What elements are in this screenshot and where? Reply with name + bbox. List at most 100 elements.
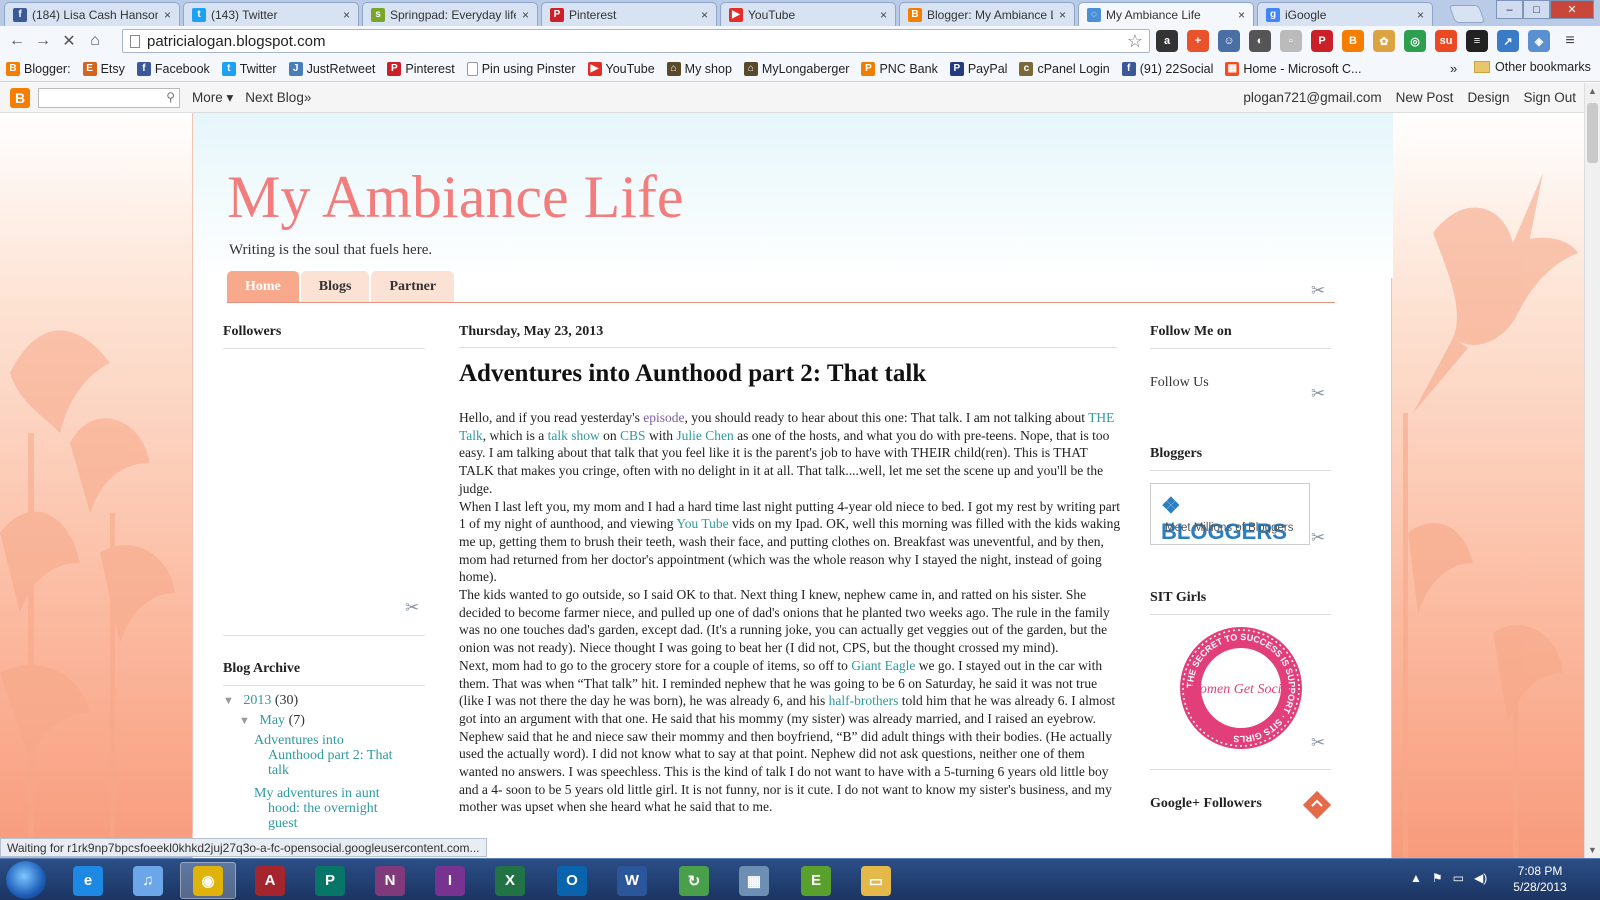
giant-eagle-link[interactable]: Giant Eagle xyxy=(851,658,915,673)
browser-tab[interactable]: t (143) Twitter × xyxy=(183,2,359,26)
volume-icon[interactable]: ◀) xyxy=(1474,871,1487,885)
browser-tab[interactable]: g iGoogle × xyxy=(1257,2,1433,26)
minimize-button[interactable]: – xyxy=(1496,0,1523,19)
taskbar-app-publisher[interactable]: P xyxy=(302,862,358,899)
bookmark-item[interactable]: t Twitter xyxy=(221,61,277,76)
extension-icon[interactable]: ☺ xyxy=(1218,30,1240,52)
tab-home[interactable]: Home xyxy=(227,271,299,302)
extension-icon[interactable]: ◈ xyxy=(1528,30,1550,52)
taskbar-app-word[interactable]: W xyxy=(604,862,660,899)
youtube-link[interactable]: You Tube xyxy=(676,516,728,531)
bookmark-item[interactable]: f Facebook xyxy=(136,61,210,76)
browser-tab[interactable]: P Pinterest × xyxy=(541,2,717,26)
julie-chen-link[interactable]: Julie Chen xyxy=(676,428,733,443)
flag-icon[interactable]: ⚑ xyxy=(1432,871,1443,885)
scroll-up-icon[interactable]: ▲ xyxy=(1588,86,1597,96)
taskbar-app-calculator[interactable]: ▦ xyxy=(726,862,782,899)
new-post-link[interactable]: New Post xyxy=(1396,90,1454,105)
bookmark-item[interactable]: B Blogger: xyxy=(6,61,71,76)
taskbar-app-explorer[interactable]: ▭ xyxy=(848,862,904,899)
close-tab-icon[interactable]: × xyxy=(880,8,887,22)
extension-icon[interactable]: ✿ xyxy=(1373,30,1395,52)
bookmark-item[interactable]: f (91) 22Social xyxy=(1121,61,1213,76)
collapse-arrow-icon[interactable]: ▼ xyxy=(239,715,250,727)
plus-extension-icon[interactable]: + xyxy=(1187,30,1209,52)
collapse-arrow-icon[interactable]: ▼ xyxy=(223,695,234,707)
browser-tab[interactable]: B Blogger: My Ambiance L × xyxy=(899,2,1075,26)
close-tab-icon[interactable]: × xyxy=(164,8,171,22)
episode-link[interactable]: episode xyxy=(643,410,684,425)
bookmark-item[interactable]: P PayPal xyxy=(949,61,1007,76)
edit-gadget-icon[interactable]: ✂ xyxy=(1311,528,1325,548)
next-blog-link[interactable]: Next Blog» xyxy=(245,90,311,105)
other-bookmarks-folder[interactable]: Other bookmarks xyxy=(1474,60,1591,74)
maximize-button[interactable]: □ xyxy=(1523,0,1550,19)
blogger-icon[interactable]: B xyxy=(10,87,30,108)
extension-icon[interactable]: ◎ xyxy=(1404,30,1426,52)
account-email[interactable]: plogan721@gmail.com xyxy=(1243,90,1381,105)
post-title[interactable]: Adventures into Aunthood part 2: That ta… xyxy=(459,360,926,388)
archive-post-link[interactable]: My adventures in aunt hood: the overnigh… xyxy=(254,786,380,831)
close-tab-icon[interactable]: × xyxy=(522,8,529,22)
edit-gadget-icon[interactable]: ✂ xyxy=(1311,384,1325,404)
search-icon[interactable]: ⚲ xyxy=(166,90,175,104)
bookmark-item[interactable]: ⌂ MyLongaberger xyxy=(743,61,849,76)
buffer-icon[interactable]: ≡ xyxy=(1466,30,1488,52)
close-window-button[interactable]: ✕ xyxy=(1550,0,1594,19)
talk-show-link[interactable]: talk show xyxy=(548,428,600,443)
forward-icon[interactable]: → xyxy=(30,32,56,50)
blogger-icon[interactable]: B xyxy=(1342,30,1364,52)
contrast-icon[interactable]: ◐ xyxy=(1249,30,1271,52)
tab-partner[interactable]: Partner xyxy=(371,271,455,302)
half-brothers-link[interactable]: half-brothers xyxy=(829,693,899,708)
amazon-icon[interactable]: a xyxy=(1156,30,1178,52)
taskbar-app-chrome[interactable]: ◉ xyxy=(180,862,236,899)
bloggers-badge[interactable]: ❖ BLOGGERS Meet Millions of Bloggers xyxy=(1150,483,1310,545)
sign-out-link[interactable]: Sign Out xyxy=(1523,90,1576,105)
browser-tab[interactable]: ▶ YouTube × xyxy=(720,2,896,26)
taskbar-app-outlook[interactable]: O xyxy=(544,862,600,899)
taskbar-app-internet-explorer[interactable]: e xyxy=(60,862,116,899)
back-icon[interactable]: ← xyxy=(4,32,30,50)
blog-search-input[interactable]: ⚲ xyxy=(38,87,180,108)
close-tab-icon[interactable]: × xyxy=(343,8,350,22)
menu-icon[interactable]: ≡ xyxy=(1559,30,1581,52)
scroll-top-icon[interactable] xyxy=(1303,791,1331,819)
taskbar-app-excel[interactable]: X xyxy=(482,862,538,899)
browser-tab[interactable]: s Springpad: Everyday life × xyxy=(362,2,538,26)
cbs-link[interactable]: CBS xyxy=(620,428,646,443)
home-icon[interactable]: ⌂ xyxy=(82,32,108,50)
blog-title[interactable]: My Ambiance Life xyxy=(227,163,684,232)
scrollbar-thumb[interactable] xyxy=(1587,103,1598,163)
chart-extension-icon[interactable]: ↗ xyxy=(1497,30,1519,52)
bookmark-item[interactable]: ▶ YouTube xyxy=(587,61,655,76)
pinterest-icon[interactable]: P xyxy=(1311,30,1333,52)
network-icon[interactable]: ▭ xyxy=(1453,871,1464,885)
bookmark-item[interactable]: Pin using Pinster xyxy=(466,61,576,76)
taskbar-app-sync[interactable]: ↻ xyxy=(666,862,722,899)
tab-blogs[interactable]: Blogs xyxy=(300,271,370,302)
bookmark-item[interactable]: ▦ Home - Microsoft C... xyxy=(1225,61,1361,76)
bookmark-item[interactable]: E Etsy xyxy=(82,61,125,76)
bookmark-item[interactable]: c cPanel Login xyxy=(1019,61,1110,76)
browser-tab[interactable]: ◌ My Ambiance Life × xyxy=(1078,2,1254,26)
vertical-scrollbar[interactable]: ▲ ▼ xyxy=(1584,83,1600,858)
sits-girls-badge[interactable]: THE SECRET TO SUCCESS IS SUPPORT · SITS … xyxy=(1178,625,1304,751)
taskbar-app-infopath[interactable]: I xyxy=(422,862,478,899)
close-tab-icon[interactable]: × xyxy=(701,8,708,22)
bookmark-item[interactable]: ⌂ My shop xyxy=(666,61,732,76)
bookmark-item[interactable]: J JustRetweet xyxy=(288,61,375,76)
more-menu[interactable]: More ▾ xyxy=(192,90,233,106)
start-button[interactable] xyxy=(6,861,46,899)
bookmark-star-icon[interactable]: ☆ xyxy=(1127,31,1143,52)
taskbar-app-evernote[interactable]: E xyxy=(788,862,844,899)
taskbar-app-onenote[interactable]: N xyxy=(362,862,418,899)
bookmark-item[interactable]: P Pinterest xyxy=(387,61,455,76)
close-tab-icon[interactable]: × xyxy=(1059,8,1066,22)
browser-tab[interactable]: f (184) Lisa Cash Hanson × xyxy=(4,2,180,26)
stop-icon[interactable]: ✕ xyxy=(56,31,82,51)
address-bar[interactable]: patricialogan.blogspot.com ☆ xyxy=(122,29,1150,53)
close-tab-icon[interactable]: × xyxy=(1417,8,1424,22)
show-hidden-icons-icon[interactable]: ▲ xyxy=(1410,871,1422,885)
close-tab-icon[interactable]: × xyxy=(1238,8,1245,22)
